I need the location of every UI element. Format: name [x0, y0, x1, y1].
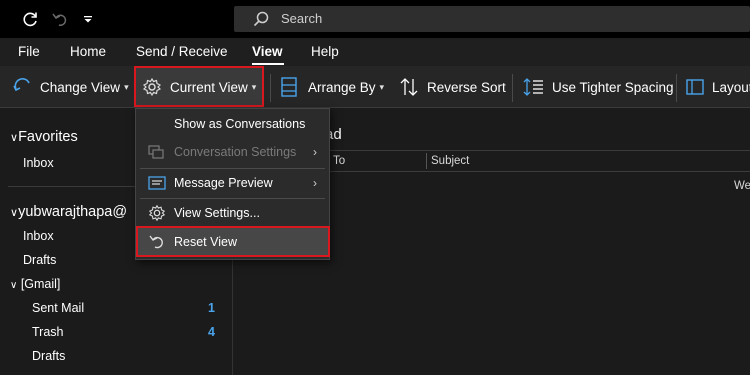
- chevron-down-icon: ∨: [10, 132, 19, 144]
- layout-label: Layout: [712, 79, 750, 95]
- search-input[interactable]: Search: [234, 6, 750, 32]
- reverse-sort-button[interactable]: Reverse Sort: [399, 66, 506, 108]
- menu-item-message-preview[interactable]: Message Preview ›: [136, 169, 329, 197]
- chevron-down-icon: ∨: [10, 207, 19, 219]
- menu-item-show-as-conversations[interactable]: Show as Conversations: [136, 110, 329, 138]
- message-preview-icon: [148, 174, 166, 192]
- spacing-icon: [523, 76, 545, 98]
- chevron-down-icon: ∨: [10, 280, 18, 291]
- tab-file[interactable]: File: [18, 44, 40, 59]
- undo-icon[interactable]: [50, 9, 70, 29]
- change-view-icon: [12, 77, 34, 97]
- folder-sent-mail[interactable]: Sent Mail: [32, 301, 84, 315]
- favorites-header[interactable]: ∨Favorites: [10, 129, 78, 145]
- ribbon: Change View ▾ Current View ▾ Arrange By …: [0, 66, 750, 108]
- chevron-down-icon: ▾: [251, 81, 257, 92]
- change-view-label: Change View: [40, 79, 121, 95]
- sync-icon[interactable]: [20, 9, 40, 29]
- column-separator: [426, 153, 427, 169]
- menu-item-reset-view[interactable]: Reset View: [136, 228, 329, 256]
- message-date: We: [734, 180, 750, 192]
- chevron-right-icon: ›: [313, 176, 317, 190]
- reverse-sort-label: Reverse Sort: [427, 79, 506, 95]
- tab-help[interactable]: Help: [311, 44, 339, 59]
- tab-send-receive[interactable]: Send / Receive: [136, 44, 228, 59]
- use-tighter-spacing-button[interactable]: Use Tighter Spacing: [523, 66, 674, 108]
- trash-unread-count: 4: [208, 325, 215, 339]
- column-subject[interactable]: Subject: [431, 155, 469, 167]
- folder-gmail-drafts[interactable]: Drafts: [32, 349, 65, 363]
- chevron-down-icon: ▾: [379, 81, 385, 92]
- folder-drafts[interactable]: Drafts: [23, 253, 56, 267]
- account-header[interactable]: ∨yubwarajthapa@: [10, 204, 127, 220]
- arrange-by-icon: [280, 76, 300, 98]
- search-icon: [252, 10, 270, 28]
- current-view-label: Current View: [170, 79, 248, 95]
- ribbon-separator: [512, 74, 513, 102]
- layout-button[interactable]: Layout: [685, 66, 750, 108]
- search-placeholder: Search: [281, 11, 323, 26]
- gear-icon: [148, 204, 166, 222]
- current-view-menu: Show as Conversations Conversation Setti…: [135, 108, 330, 260]
- folder-gmail[interactable]: ∨ [Gmail]: [10, 277, 60, 291]
- favorites-inbox[interactable]: Inbox: [23, 156, 54, 170]
- tab-view[interactable]: View: [252, 44, 283, 59]
- change-view-button[interactable]: Change View ▾: [12, 66, 129, 108]
- layout-icon: [685, 77, 705, 97]
- sent-mail-unread-count: 1: [208, 301, 215, 315]
- active-tab-indicator: [252, 63, 284, 65]
- current-view-button[interactable]: Current View ▾: [142, 66, 256, 108]
- chevron-right-icon: ›: [313, 145, 317, 159]
- reset-icon: [148, 233, 166, 251]
- menu-bar: File Home Send / Receive View Help: [0, 38, 750, 66]
- ribbon-separator: [270, 74, 271, 102]
- folder-trash[interactable]: Trash: [32, 325, 64, 339]
- menu-item-view-settings[interactable]: View Settings...: [136, 199, 329, 227]
- customize-quick-access-icon[interactable]: [78, 9, 98, 29]
- arrange-by-label: Arrange By: [308, 79, 376, 95]
- title-bar: Search: [0, 0, 750, 38]
- chevron-down-icon: ▾: [124, 81, 129, 92]
- reverse-sort-icon: [399, 76, 419, 98]
- folder-inbox[interactable]: Inbox: [23, 229, 54, 243]
- tab-home[interactable]: Home: [70, 44, 106, 59]
- arrange-by-button[interactable]: Arrange By ▾: [280, 66, 384, 108]
- menu-item-conversation-settings[interactable]: Conversation Settings ›: [136, 138, 329, 166]
- gear-icon: [142, 77, 162, 97]
- use-tighter-spacing-label: Use Tighter Spacing: [552, 79, 674, 95]
- conversation-settings-icon: [148, 143, 166, 161]
- column-to[interactable]: To: [333, 155, 345, 167]
- ribbon-separator: [676, 74, 677, 102]
